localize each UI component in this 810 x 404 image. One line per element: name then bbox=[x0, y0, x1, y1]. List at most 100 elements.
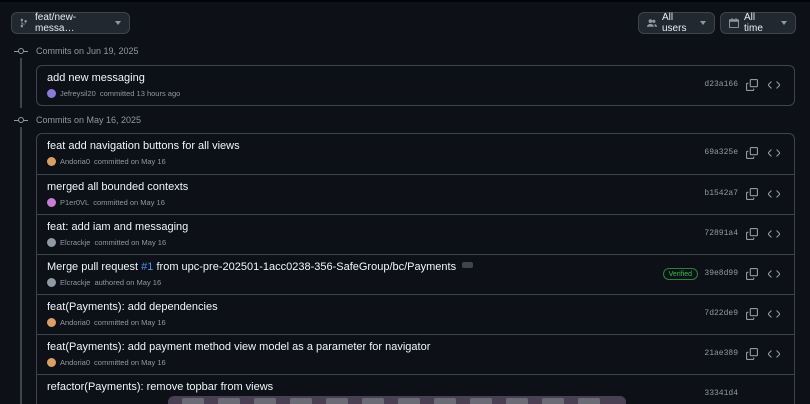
commit-row: merged all bounded contexts P1er0VL comm… bbox=[37, 174, 794, 214]
commit-title-suffix: from upc-pre-202501-1acc0238-356-SafeGro… bbox=[153, 261, 457, 273]
commit-row: feat(Payments): add payment method view … bbox=[37, 334, 794, 374]
dock-app-icon[interactable] bbox=[398, 398, 420, 404]
commit-title[interactable]: merged all bounded contexts bbox=[47, 181, 188, 193]
dock-app-icon[interactable] bbox=[290, 398, 312, 404]
code-browse-icon[interactable] bbox=[767, 267, 781, 279]
timeline-line bbox=[20, 58, 22, 108]
dock-app-icon[interactable] bbox=[542, 398, 564, 404]
commit-row: feat(Payments): add dependencies Andoria… bbox=[37, 294, 794, 334]
users-filter[interactable]: All users bbox=[638, 12, 715, 34]
commit-title[interactable]: feat(Payments): add payment method view … bbox=[47, 341, 430, 353]
code-browse-icon[interactable] bbox=[767, 187, 781, 199]
branch-selector[interactable]: feat/new-messa… bbox=[11, 12, 130, 34]
commit-group-date: Commits on Jun 19, 2025 bbox=[36, 46, 139, 56]
chevron-down-icon bbox=[115, 21, 121, 25]
pull-request-link[interactable]: #1 bbox=[141, 261, 153, 273]
commit-author[interactable]: Elcrackje bbox=[60, 278, 90, 287]
commit-sha[interactable]: 33341d4 bbox=[704, 389, 738, 398]
commit-row: feat add navigation buttons for all view… bbox=[37, 134, 794, 174]
avatar[interactable] bbox=[47, 278, 56, 287]
commit-row: feat: add iam and messaging Elcrackje co… bbox=[37, 214, 794, 254]
expand-message-button[interactable] bbox=[462, 262, 474, 268]
commit-sha[interactable]: 39e8d99 bbox=[704, 269, 738, 278]
avatar[interactable] bbox=[47, 198, 56, 207]
commit-group-header: Commits on Jun 19, 2025 bbox=[14, 46, 139, 56]
commit-meta: Jefreysil20 committed 13 hours ago bbox=[47, 89, 180, 98]
commit-action: committed on May 16 bbox=[94, 238, 167, 247]
dock-app-icon[interactable] bbox=[254, 398, 276, 404]
verified-badge[interactable]: Verified bbox=[662, 268, 698, 280]
avatar[interactable] bbox=[47, 157, 56, 166]
commit-author[interactable]: Andoria0 bbox=[60, 157, 90, 166]
dock-app-icon[interactable] bbox=[470, 398, 492, 404]
timeline-line bbox=[20, 127, 22, 404]
commit-title-prefix: Merge pull request bbox=[47, 261, 142, 273]
commit-group-header: Commits on May 16, 2025 bbox=[14, 115, 141, 125]
copy-icon[interactable] bbox=[746, 347, 758, 360]
commit-sha[interactable]: 69a325e bbox=[704, 148, 738, 157]
commit-author[interactable]: Andoria0 bbox=[60, 358, 90, 367]
commit-title[interactable]: add new messaging bbox=[47, 72, 145, 84]
copy-icon[interactable] bbox=[746, 307, 758, 320]
code-browse-icon[interactable] bbox=[767, 146, 781, 158]
branch-name: feat/new-messa… bbox=[35, 12, 77, 34]
calendar-icon bbox=[729, 18, 739, 28]
commit-sha[interactable]: d23a166 bbox=[704, 80, 738, 89]
commit-action: committed on May 16 bbox=[93, 198, 165, 207]
copy-icon[interactable] bbox=[746, 227, 758, 240]
commit-author[interactable]: P1er0VL bbox=[60, 198, 89, 207]
dock-app-icon[interactable] bbox=[506, 398, 528, 404]
commit-action: authored on May 16 bbox=[94, 278, 162, 287]
commit-list: feat add navigation buttons for all view… bbox=[36, 133, 795, 404]
copy-icon[interactable] bbox=[746, 187, 758, 200]
commit-title[interactable]: refactor(Payments): remove topbar from v… bbox=[47, 381, 273, 393]
commit-meta: P1er0VL committed on May 16 bbox=[47, 198, 165, 207]
dock-app-icon[interactable] bbox=[218, 398, 240, 404]
commit-sha[interactable]: 72891a4 bbox=[704, 229, 738, 238]
commit-author[interactable]: Elcrackje bbox=[60, 238, 90, 247]
git-commit-icon bbox=[14, 116, 28, 124]
copy-icon[interactable] bbox=[746, 146, 758, 159]
commit-title[interactable]: feat: add iam and messaging bbox=[47, 221, 188, 233]
commit-sha[interactable]: b1542a7 bbox=[704, 189, 738, 198]
commit-action: committed on May 16 bbox=[94, 358, 166, 367]
commit-sha[interactable]: 7d22de9 bbox=[704, 309, 738, 318]
dock-app-icon[interactable] bbox=[182, 398, 204, 404]
avatar[interactable] bbox=[47, 89, 56, 98]
git-branch-icon bbox=[20, 18, 27, 28]
users-filter-label: All users bbox=[662, 12, 687, 34]
commit-meta: Andoria0 committed on May 16 bbox=[47, 358, 166, 367]
code-browse-icon[interactable] bbox=[767, 78, 781, 90]
commit-title[interactable]: feat add navigation buttons for all view… bbox=[47, 140, 240, 152]
people-icon bbox=[647, 19, 657, 27]
chevron-down-icon bbox=[781, 21, 787, 25]
chevron-down-icon bbox=[700, 21, 706, 25]
dock-app-icon[interactable] bbox=[362, 398, 384, 404]
commit-meta: Andoria0 committed on May 16 bbox=[47, 318, 166, 327]
commit-list: add new messaging Jefreysil20 committed … bbox=[36, 65, 795, 106]
commit-group-date: Commits on May 16, 2025 bbox=[36, 115, 142, 125]
commit-meta: Elcrackje authored on May 16 bbox=[47, 278, 161, 287]
commit-title[interactable]: Merge pull request #1 from upc-pre-20250… bbox=[47, 261, 474, 273]
copy-icon[interactable] bbox=[746, 267, 758, 280]
git-commit-icon bbox=[14, 47, 28, 55]
avatar[interactable] bbox=[47, 238, 56, 247]
time-filter-label: All time bbox=[744, 12, 763, 34]
dock-app-icon[interactable] bbox=[434, 398, 456, 404]
dock-app-icon[interactable] bbox=[326, 398, 348, 404]
copy-icon[interactable] bbox=[746, 78, 758, 91]
commit-author[interactable]: Andoria0 bbox=[60, 318, 90, 327]
dock-app-icon[interactable] bbox=[578, 398, 600, 404]
commit-action: committed on May 16 bbox=[94, 318, 166, 327]
commit-author[interactable]: Jefreysil20 bbox=[60, 89, 96, 98]
commit-row: add new messaging Jefreysil20 committed … bbox=[37, 66, 794, 105]
commit-title[interactable]: feat(Payments): add dependencies bbox=[47, 301, 218, 313]
commit-sha[interactable]: 21ae389 bbox=[704, 349, 738, 358]
code-browse-icon[interactable] bbox=[767, 307, 781, 319]
commit-meta: Andoria0 committed on May 16 bbox=[47, 157, 166, 166]
time-filter[interactable]: All time bbox=[720, 12, 796, 34]
avatar[interactable] bbox=[47, 318, 56, 327]
code-browse-icon[interactable] bbox=[767, 347, 781, 359]
code-browse-icon[interactable] bbox=[767, 227, 781, 239]
avatar[interactable] bbox=[47, 358, 56, 367]
